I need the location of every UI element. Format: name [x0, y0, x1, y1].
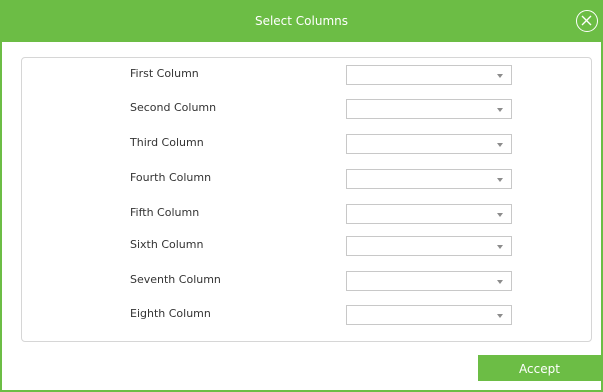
- select-columns-dialog: Select Columns First Column Second Colum…: [0, 0, 603, 392]
- column-row-second: Second Column: [22, 99, 591, 119]
- column-label: Eighth Column: [130, 307, 211, 320]
- chevron-down-icon: [497, 280, 503, 284]
- column-row-sixth: Sixth Column: [22, 236, 591, 256]
- chevron-down-icon: [497, 74, 503, 78]
- sixth-column-select[interactable]: [346, 236, 512, 256]
- fifth-column-select[interactable]: [346, 204, 512, 224]
- column-row-third: Third Column: [22, 134, 591, 154]
- chevron-down-icon: [497, 178, 503, 182]
- close-button[interactable]: [576, 10, 598, 32]
- column-label: Fourth Column: [130, 171, 212, 184]
- columns-panel: First Column Second Column Third Column …: [21, 57, 592, 342]
- chevron-down-icon: [497, 143, 503, 147]
- column-label: Sixth Column: [130, 238, 204, 251]
- column-row-first: First Column: [22, 65, 591, 85]
- column-row-eighth: Eighth Column: [22, 305, 591, 325]
- first-column-select[interactable]: [346, 65, 512, 85]
- eighth-column-select[interactable]: [346, 305, 512, 325]
- seventh-column-select[interactable]: [346, 271, 512, 291]
- dialog-title: Select Columns: [254, 14, 349, 28]
- close-icon: [581, 15, 592, 26]
- chevron-down-icon: [497, 108, 503, 112]
- chevron-down-icon: [497, 245, 503, 249]
- third-column-select[interactable]: [346, 134, 512, 154]
- fourth-column-select[interactable]: [346, 169, 512, 189]
- column-label: Seventh Column: [130, 273, 221, 286]
- second-column-select[interactable]: [346, 99, 512, 119]
- dialog-titlebar: Select Columns: [0, 0, 603, 42]
- accept-button[interactable]: Accept: [478, 355, 601, 381]
- column-row-fifth: Fifth Column: [22, 204, 591, 224]
- column-label: Fifth Column: [130, 206, 200, 219]
- column-label: First Column: [130, 67, 199, 80]
- column-row-fourth: Fourth Column: [22, 169, 591, 189]
- column-label: Third Column: [130, 136, 204, 149]
- column-row-seventh: Seventh Column: [22, 271, 591, 291]
- chevron-down-icon: [497, 314, 503, 318]
- chevron-down-icon: [497, 213, 503, 217]
- column-label: Second Column: [130, 101, 217, 114]
